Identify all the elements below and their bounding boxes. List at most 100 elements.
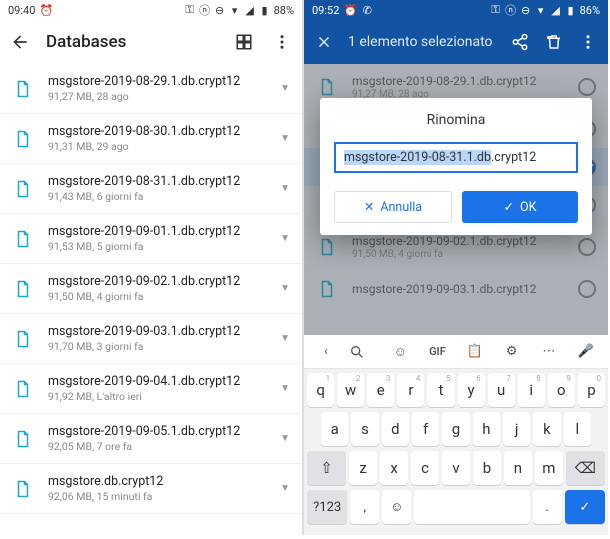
file-row[interactable]: msgstore-2019-08-30.1.db.crypt1291,31 MB… [0,114,302,164]
key-y[interactable]: 6y [458,373,485,407]
key-c[interactable]: c [411,451,439,485]
file-name: msgstore-2019-08-31.1.db.crypt12 [48,174,280,189]
file-icon [14,130,34,148]
key-f[interactable]: f [412,412,439,446]
key-u[interactable]: 7u [488,373,515,407]
chevron-down-icon[interactable]: ▼ [280,383,290,394]
key-q[interactable]: 1q [307,373,334,407]
battery-pct: 88% [274,4,294,17]
ok-label: OK [520,200,536,215]
chevron-down-icon[interactable]: ▼ [280,133,290,144]
file-meta: 91,92 MB, L'altro ieri [48,390,280,403]
key-d[interactable]: d [382,412,409,446]
back-icon[interactable] [10,32,30,52]
symbols-key[interactable]: ?123 [307,490,347,524]
comma-key[interactable]: , [350,490,379,524]
signal-icon: ◢ [244,4,256,16]
file-row[interactable]: msgstore-2019-08-29.1.db.crypt1291,27 MB… [0,64,302,114]
file-icon [14,430,34,448]
file-row[interactable]: msgstore.db.crypt1292,06 MB, 15 minuti f… [0,464,302,514]
mic-icon[interactable]: 🎤 [572,344,600,359]
chevron-down-icon[interactable]: ▼ [280,333,290,344]
shift-key[interactable]: ⇧ [307,451,346,485]
chevron-down-icon[interactable]: ▼ [280,83,290,94]
file-icon [14,330,34,348]
file-row[interactable]: msgstore-2019-09-02.1.db.crypt1291,50 MB… [0,264,302,314]
ok-button[interactable]: ✓ OK [462,191,578,223]
keyboard-toolbar: ‹ ☺ GIF 📋 ⚙ ⋯ 🎤 [304,335,608,369]
file-name: msgstore-2019-09-03.1.db.crypt12 [48,324,280,339]
chevron-down-icon[interactable]: ▼ [280,483,290,494]
key-j[interactable]: j [503,412,530,446]
delete-icon[interactable] [544,32,564,52]
space-key[interactable] [414,490,530,524]
close-icon[interactable] [314,32,334,52]
chevron-down-icon[interactable]: ▼ [280,233,290,244]
rename-input[interactable]: msgstore-2019-08-31.1.db.crypt12 [334,142,578,173]
enter-key[interactable]: ✓ [565,490,605,524]
wifi-icon: ▾ [535,4,547,16]
file-row[interactable]: msgstore-2019-09-04.1.db.crypt1291,92 MB… [0,364,302,414]
more-icon[interactable] [272,32,292,52]
view-grid-icon[interactable] [234,32,254,52]
chevron-down-icon[interactable]: ▼ [280,283,290,294]
key-r[interactable]: 4r [397,373,424,407]
key-x[interactable]: x [380,451,408,485]
key-n[interactable]: n [504,451,532,485]
file-row[interactable]: msgstore-2019-09-05.1.db.crypt1292,05 MB… [0,414,302,464]
file-list: msgstore-2019-08-29.1.db.crypt1291,27 MB… [0,64,302,514]
key-w[interactable]: 2w [337,373,364,407]
key-z[interactable]: z [349,451,377,485]
vpn-icon: ⚿ [490,4,502,16]
key-e[interactable]: 3e [367,373,394,407]
key-h[interactable]: h [473,412,500,446]
file-name: msgstore-2019-09-01.1.db.crypt12 [48,224,280,239]
share-icon[interactable] [510,32,530,52]
more-icon[interactable] [578,32,598,52]
key-i[interactable]: 8i [518,373,545,407]
chevron-down-icon[interactable]: ▼ [280,183,290,194]
cancel-button[interactable]: ✕ Annulla [334,191,452,223]
key-o[interactable]: 9o [548,373,575,407]
file-row[interactable]: msgstore-2019-09-01.1.db.crypt1291,53 MB… [0,214,302,264]
whatsapp-icon: ✆ [361,4,373,16]
cancel-label: Annulla [380,200,422,215]
period-key[interactable]: . [533,490,562,524]
key-m[interactable]: m [535,451,563,485]
status-time: 09:40 [8,4,35,17]
battery-icon: ▮ [259,4,271,16]
emoji-key[interactable]: ☺ [382,490,411,524]
file-meta: 91,43 MB, 6 giorni fa [48,190,280,203]
keyboard: ‹ ☺ GIF 📋 ⚙ ⋯ 🎤 1q2w3e4r5t6y7u8i9o0p asd… [304,335,608,535]
key-g[interactable]: g [442,412,469,446]
file-name: msgstore-2019-08-29.1.db.crypt12 [48,74,280,89]
wifi-icon: ▾ [229,4,241,16]
key-p[interactable]: 0p [578,373,605,407]
file-icon [14,480,34,498]
key-t[interactable]: 5t [427,373,454,407]
key-v[interactable]: v [442,451,470,485]
key-s[interactable]: s [351,412,378,446]
settings-icon[interactable]: ⚙ [498,344,526,359]
key-k[interactable]: k [533,412,560,446]
key-l[interactable]: l [564,412,591,446]
file-meta: 91,53 MB, 5 giorni fa [48,240,280,253]
key-a[interactable]: a [321,412,348,446]
chevron-down-icon[interactable]: ▼ [280,433,290,444]
file-name: msgstore-2019-08-30.1.db.crypt12 [48,124,280,139]
backspace-key[interactable]: ⌫ [566,451,605,485]
file-row[interactable]: msgstore-2019-08-31.1.db.crypt1291,43 MB… [0,164,302,214]
search-icon[interactable] [349,344,377,360]
dnd-icon: ⊖ [214,4,226,16]
right-pane: 09:52 ⏰ ✆ ⚿ ⓝ ⊖ ▾ ◢ ▮ 86% 1 elemento sel… [304,0,608,535]
sticker-icon[interactable]: ☺ [386,344,414,360]
clipboard-icon[interactable]: 📋 [461,344,489,359]
selection-bar: 1 elemento selezionato [304,20,608,64]
more-icon[interactable]: ⋯ [535,344,563,359]
collapse-icon[interactable]: ‹ [312,344,340,359]
page-title: Databases [46,32,218,52]
status-bar: 09:40 ⏰ ⚿ ⓝ ⊖ ▾ ◢ ▮ 88% [0,0,302,20]
gif-button[interactable]: GIF [423,345,451,358]
file-row[interactable]: msgstore-2019-09-03.1.db.crypt1291,70 MB… [0,314,302,364]
key-b[interactable]: b [473,451,501,485]
